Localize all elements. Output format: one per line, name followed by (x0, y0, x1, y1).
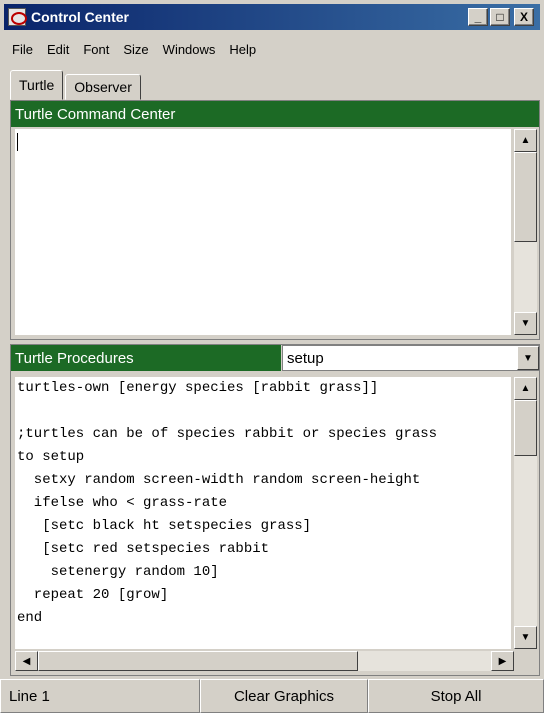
scroll-up-arrow-icon[interactable]: ▲ (514, 377, 537, 400)
maximize-button[interactable]: □ (490, 8, 510, 26)
menu-font[interactable]: Font (75, 42, 115, 57)
clear-graphics-button[interactable]: Clear Graphics (200, 679, 368, 713)
app-icon (8, 8, 27, 26)
code-line-5: setxy random screen-width random screen-… (17, 472, 421, 488)
close-button[interactable]: X (514, 8, 534, 26)
scroll-up-arrow-icon[interactable]: ▲ (514, 129, 537, 152)
command-center-title: Turtle Command Center (11, 101, 539, 127)
chevron-down-icon[interactable]: ▼ (517, 346, 539, 370)
tab-turtle[interactable]: Turtle (10, 70, 64, 100)
procedures-horizontal-scrollbar[interactable]: ◀ ▶ (15, 651, 514, 671)
text-cursor (17, 133, 18, 151)
command-center-panel: Turtle Command Center ▲ ▼ (10, 100, 540, 340)
scroll-down-arrow-icon[interactable]: ▼ (514, 312, 537, 335)
tab-observer[interactable]: Observer (65, 74, 141, 100)
procedures-title: Turtle Procedures (11, 345, 281, 371)
scroll-left-arrow-icon[interactable]: ◀ (15, 651, 38, 671)
title-bar[interactable]: Control Center _ □ X (4, 4, 540, 30)
menu-windows[interactable]: Windows (155, 42, 222, 57)
minimize-button[interactable]: _ (468, 8, 488, 26)
menu-size[interactable]: Size (115, 42, 154, 57)
menu-bar: File Edit Font Size Windows Help (4, 36, 262, 62)
command-vertical-scrollbar[interactable]: ▲ ▼ (514, 129, 537, 335)
code-line-4: to setup (17, 449, 85, 465)
code-line-3: ;turtles can be of species rabbit or spe… (17, 426, 438, 442)
procedures-panel: Turtle Procedures setup ▼ turtles-own [e… (10, 344, 540, 676)
code-line-11: end (17, 610, 43, 626)
menu-edit[interactable]: Edit (39, 42, 75, 57)
code-line-8: [setc red setspecies rabbit (17, 541, 270, 557)
command-scroll-thumb[interactable] (514, 152, 537, 242)
procedures-vertical-scrollbar[interactable]: ▲ ▼ (514, 377, 537, 649)
procedures-vscroll-thumb[interactable] (514, 400, 537, 456)
scroll-down-arrow-icon[interactable]: ▼ (514, 626, 537, 649)
code-line-6: ifelse who < grass-rate (17, 495, 228, 511)
line-indicator: Line 1 (0, 679, 200, 713)
menu-help[interactable]: Help (221, 42, 262, 57)
command-input[interactable] (15, 129, 511, 335)
stop-all-button[interactable]: Stop All (368, 679, 544, 713)
procedure-selected-value: setup (287, 349, 324, 367)
scroll-right-arrow-icon[interactable]: ▶ (491, 651, 514, 671)
code-line-1: turtles-own [energy species [rabbit gras… (17, 380, 379, 396)
procedures-code-editor[interactable]: turtles-own [energy species [rabbit gras… (15, 377, 511, 649)
procedure-selector-dropdown[interactable]: setup ▼ (282, 345, 540, 371)
control-center-window: Control Center _ □ X File Edit Font Size… (0, 0, 544, 713)
code-line-9: setenergy random 10] (17, 564, 219, 580)
procedures-hscroll-thumb[interactable] (38, 651, 358, 671)
code-line-7: [setc black ht setspecies grass] (17, 518, 312, 534)
menu-file[interactable]: File (4, 42, 39, 57)
code-line-10: repeat 20 [grow] (17, 587, 169, 603)
window-title: Control Center (31, 9, 129, 25)
status-bar: Line 1 Clear Graphics Stop All (0, 679, 544, 713)
tab-strip: Turtle Observer (10, 70, 143, 100)
